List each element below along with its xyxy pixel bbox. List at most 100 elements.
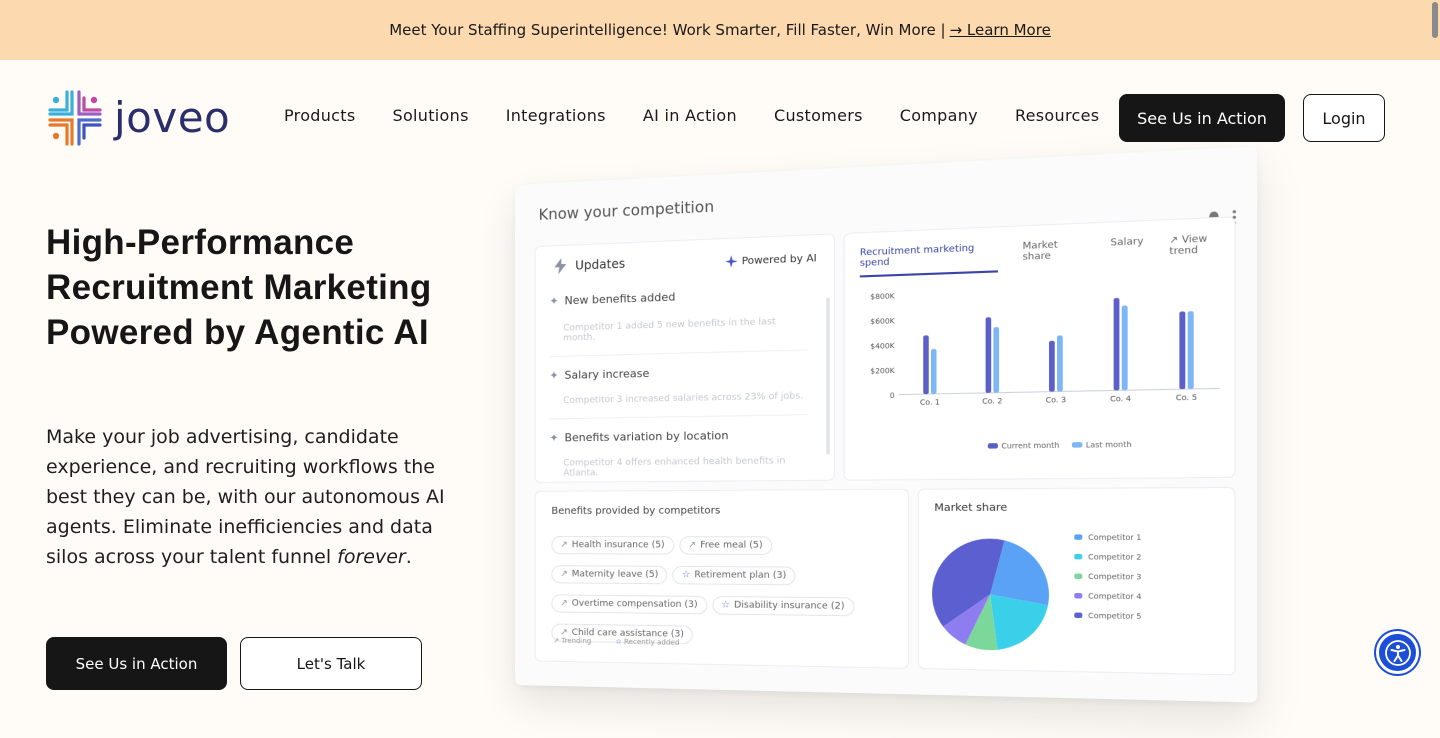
trending-icon: ↗ [560, 540, 568, 551]
bar-last-month[interactable] [1187, 311, 1194, 390]
benefit-chip-label: Maternity leave (5) [571, 569, 659, 581]
update-item[interactable]: ✦ New benefits added Competitor 1 added 5… [549, 285, 809, 358]
star-icon: ☆ [615, 637, 622, 646]
y-tick-label: $800K [870, 292, 895, 301]
legend-swatch [1071, 442, 1083, 448]
spend-chart-card: Recruitment marketing spend Market share… [843, 216, 1237, 481]
lightning-icon [554, 257, 567, 275]
benefit-chip-label: Disability insurance (2) [734, 600, 845, 612]
lets-talk-button[interactable]: Let's Talk [240, 637, 422, 690]
logo[interactable]: joveo [46, 88, 230, 148]
announcement-banner: Meet Your Staffing Superintelligence! Wo… [0, 0, 1440, 60]
hero-see-us-in-action-button[interactable]: See Us in Action [46, 637, 227, 690]
y-tick-label: $600K [870, 317, 895, 326]
updates-card: Updates Powered by AI ✦ New benefits adde… [534, 233, 836, 483]
y-tick-label: $200K [870, 367, 895, 376]
legend-recently-added: ☆ Recently added [615, 638, 679, 647]
nav-item-resources[interactable]: Resources [1015, 106, 1099, 125]
market-share-pie-chart: Competitor 1 Competitor 2 Competitor 3 Comp… [932, 533, 1142, 651]
logo-wordmark: joveo [114, 93, 231, 142]
y-tick-label: 0 [890, 391, 895, 400]
legend-label: Last month [1086, 440, 1132, 449]
trending-icon: ↗ [553, 636, 560, 645]
updates-heading: Updates [575, 256, 626, 273]
pie-legend-label: Competitor 4 [1088, 592, 1141, 601]
benefit-chip-label: Free meal (5) [700, 540, 763, 551]
bar-current-month[interactable] [1049, 340, 1055, 392]
login-button[interactable]: Login [1303, 94, 1385, 142]
benefits-card: Benefits provided by competitors ↗ Health… [534, 488, 909, 669]
sparkle-small-icon: ✦ [549, 368, 559, 383]
update-title: Salary increase [564, 366, 650, 382]
dashboard-preview: Know your competition Updates Powered by… [515, 146, 1258, 703]
update-item[interactable]: ✦ Benefits variation by location Competit… [549, 415, 808, 482]
hero-subtitle: Make your job advertising, candidate exp… [46, 422, 446, 572]
pie-legend-label: Competitor 3 [1088, 572, 1141, 581]
benefit-chip[interactable]: ☆ Retirement plan (3) [672, 565, 796, 586]
accessibility-icon [1384, 639, 1411, 666]
pie-legend-swatch [1074, 573, 1083, 579]
bar-current-month[interactable] [923, 335, 929, 395]
pie-legend-label: Competitor 5 [1088, 612, 1141, 621]
bar-current-month[interactable] [985, 317, 992, 393]
update-detail: Competitor 1 added 5 new benefits in the… [563, 316, 776, 344]
pie-legend-label: Competitor 1 [1088, 533, 1141, 542]
star-icon: ☆ [721, 600, 730, 611]
pie-legend-swatch [1074, 593, 1083, 599]
page-scrollbar[interactable] [1432, 2, 1438, 38]
learn-more-link[interactable]: → Learn More [950, 21, 1051, 39]
trending-icon: ↗ [560, 569, 568, 580]
nav-see-us-in-action-button[interactable]: See Us in Action [1119, 94, 1285, 142]
market-share-card: Market share Competitor 1 Competitor 2 Com… [917, 486, 1236, 676]
bar-current-month[interactable] [1179, 311, 1186, 390]
x-tick-label: Co. 2 [982, 397, 1002, 406]
joveo-logo-icon [48, 90, 102, 146]
sparkle-icon [725, 255, 738, 268]
trending-icon: ↗ [688, 540, 697, 551]
spend-bar-chart: 0 $200K $400K $600K $800K Co. 1 Co. 2 Co. 3 Co. … [870, 292, 1237, 451]
legend-trending: ↗ Trending [553, 637, 591, 646]
x-tick-label: Co. 4 [1110, 394, 1131, 403]
pie-legend-swatch [1074, 553, 1083, 560]
accessibility-button[interactable] [1376, 631, 1419, 674]
bar-last-month[interactable] [1057, 335, 1063, 392]
nav-item-products[interactable]: Products [284, 106, 356, 125]
nav-menu: Products Solutions Integrations AI in Ac… [284, 106, 1136, 125]
nav-item-ai-in-action[interactable]: AI in Action [643, 106, 737, 125]
x-tick-label: Co. 3 [1046, 396, 1067, 405]
benefit-chip-label: Retirement plan (3) [694, 570, 787, 582]
nav-item-company[interactable]: Company [900, 106, 978, 125]
nav-item-customers[interactable]: Customers [774, 106, 863, 125]
benefit-chip-label: Health insurance (5) [571, 540, 665, 551]
view-trend-label: View trend [1169, 233, 1208, 258]
updates-list: ✦ New benefits added Competitor 1 added 5… [549, 285, 809, 482]
benefit-chip[interactable]: ↗ Overtime compensation (3) [551, 594, 707, 615]
benefit-chip[interactable]: ↗ Maternity leave (5) [551, 565, 668, 585]
benefit-chip[interactable]: ☆ Disability insurance (2) [712, 595, 855, 617]
nav-item-solutions[interactable]: Solutions [393, 106, 469, 125]
star-icon: ☆ [681, 570, 691, 581]
dashboard-panel: Know your competition Updates Powered by… [515, 146, 1258, 703]
update-item[interactable]: ✦ Salary increase Competitor 3 increased … [549, 350, 809, 420]
legend-trending-label: Trending [561, 636, 592, 646]
updates-scrollbar[interactable] [826, 297, 830, 455]
bar-last-month[interactable] [993, 327, 1000, 393]
hero-subtitle-end: . [405, 546, 412, 568]
trending-icon: ↗ [560, 598, 568, 609]
update-title: New benefits added [564, 290, 676, 308]
bar-last-month[interactable] [1121, 305, 1128, 391]
benefit-chip[interactable]: ↗ Free meal (5) [678, 536, 773, 555]
benefit-chip[interactable]: ↗ Health insurance (5) [551, 536, 674, 555]
y-tick-label: $400K [870, 342, 895, 351]
benefits-heading: Benefits provided by competitors [551, 505, 721, 517]
dashboard-title: Know your competition [538, 197, 715, 224]
hero-title: High-Performance Recruitment Marketing P… [46, 223, 432, 352]
hero-subtitle-emphasis: forever [337, 546, 406, 568]
benefit-chip-label: Overtime compensation (3) [571, 598, 698, 611]
x-tick-label: Co. 1 [920, 398, 940, 407]
pie-legend-label: Competitor 2 [1088, 553, 1141, 562]
bar-last-month[interactable] [930, 348, 937, 394]
update-detail: Competitor 3 increased salaries across 2… [563, 391, 804, 407]
bar-current-month[interactable] [1113, 297, 1120, 391]
nav-item-integrations[interactable]: Integrations [506, 106, 606, 125]
